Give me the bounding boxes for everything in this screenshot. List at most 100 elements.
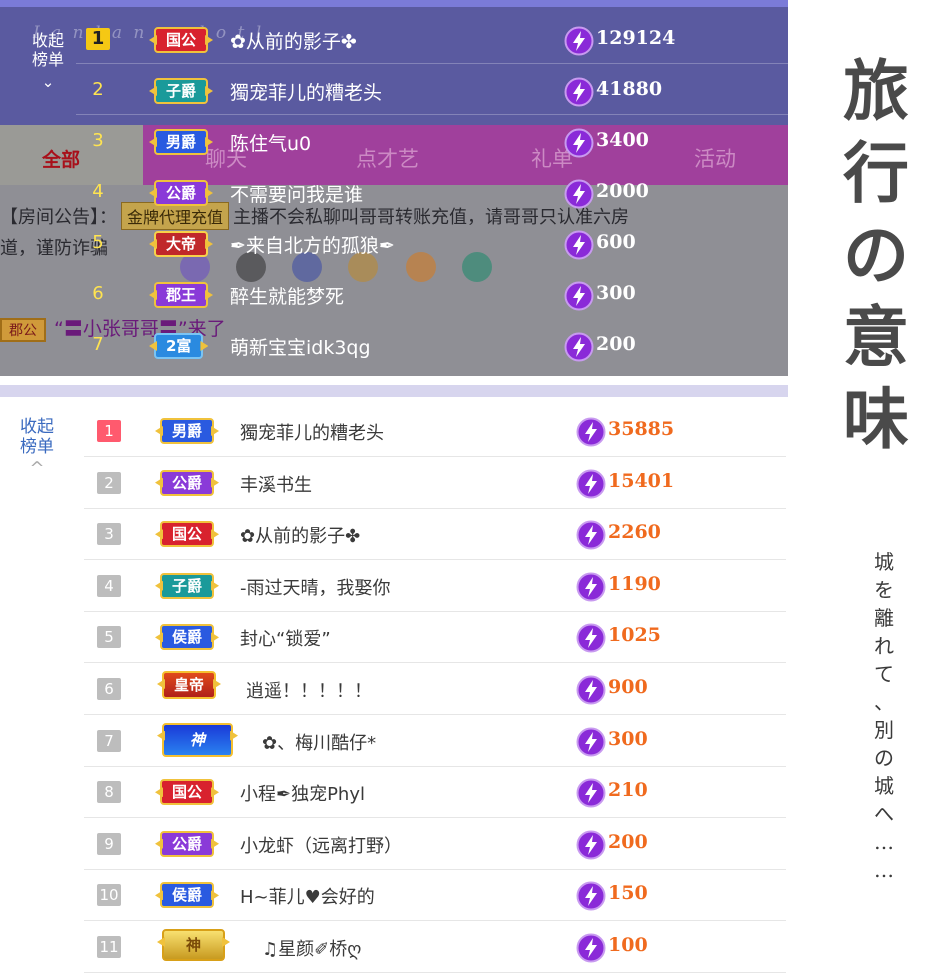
collapse-ranking-button[interactable]: 收起 榜单 ^ (14, 417, 60, 479)
decorative-subtitle-char: 城 (874, 774, 894, 798)
user-name[interactable]: ✿从前的影子✤ (240, 522, 360, 548)
ranking-row[interactable]: 4 子爵 -雨过天晴，我娶你 1190 (84, 560, 786, 612)
user-name[interactable]: 獨宠菲儿的糟老头 (240, 419, 384, 445)
user-name[interactable]: ✿从前的影子✤ (230, 27, 357, 54)
contribution-score: 200 (608, 830, 648, 853)
ranking-row[interactable]: 4 公爵 不需要问我是谁 2000 (76, 166, 788, 217)
contribution-score: 35885 (608, 418, 675, 440)
noble-title-badge: 公爵 (154, 180, 209, 206)
lightning-bolt-icon (576, 572, 606, 602)
lightning-bolt-icon (564, 179, 594, 209)
user-name[interactable]: 小龙虾（远离打野） (240, 832, 402, 858)
collapse-label: 榜单 (20, 437, 54, 457)
lightning-bolt-icon (576, 520, 606, 550)
user-name[interactable]: 醉生就能梦死 (230, 282, 344, 309)
noble-title-badge: 郡王 (154, 282, 209, 308)
user-name[interactable]: 萌新宝宝idk3qg (230, 333, 371, 360)
title-label: 公爵 (154, 180, 209, 206)
noble-title-badge: 国公 (160, 521, 215, 548)
rank-number: 6 (97, 678, 121, 700)
lightning-bolt-icon (576, 778, 606, 808)
decorative-title-char: 意 (843, 298, 909, 376)
noble-title-badge: 男爵 (160, 418, 215, 444)
ranking-row[interactable]: 3 国公 ✿从前的影子✤ 2260 (84, 508, 786, 561)
ranking-row[interactable]: 3 男爵 陈住气u0 3400 (76, 115, 788, 166)
rank-number: 9 (97, 832, 121, 855)
ranking-row[interactable]: 5 大帝 ✒来自北方的孤狼✒ 600 (76, 217, 788, 268)
user-name[interactable]: H~菲儿♥会好的 (240, 883, 375, 909)
contribution-score: 129124 (596, 27, 676, 49)
ranking-row[interactable]: 9 公爵 小龙虾（远离打野） 200 (84, 818, 786, 870)
ranking-row[interactable]: 6 郡王 醉生就能梦死 300 (76, 268, 788, 319)
ranking-row[interactable]: 2 子爵 獨宠菲儿的糟老头 41880 (76, 64, 788, 115)
noble-title-badge: 侯爵 (160, 624, 215, 651)
rank-number: 7 (92, 334, 104, 355)
contribution-score: 210 (608, 779, 648, 802)
lightning-bolt-icon (564, 77, 594, 107)
title-label: 男爵 (154, 129, 209, 155)
user-name[interactable]: ♫星颜✐桥ღ (262, 935, 361, 961)
title-label: 国公 (154, 27, 209, 53)
title-label: 国公 (160, 521, 215, 548)
lightning-bolt-icon (576, 830, 606, 860)
title-label: 男爵 (160, 418, 215, 444)
user-name[interactable]: 不需要问我是谁 (230, 180, 363, 207)
noble-title-badge: 子爵 (160, 572, 215, 599)
noble-title-badge: 男爵 (154, 129, 209, 155)
title-label: 神 (162, 722, 234, 757)
noble-title-badge: 2富 (154, 333, 204, 359)
collapse-ranking-button[interactable]: 收起 榜单 ⌄ (26, 31, 70, 92)
lightning-bolt-icon (576, 675, 606, 705)
rank-number: 2 (92, 79, 104, 100)
lightning-bolt-icon (576, 469, 606, 499)
user-name[interactable]: 小程✒独宠Phyl (240, 780, 365, 806)
noble-title-badge: 神 (162, 722, 234, 757)
chevron-up-icon: ^ (29, 458, 45, 479)
ranking-row[interactable]: 2 公爵 丰溪书生 15401 (84, 457, 786, 509)
ranking-row[interactable]: 7 神 ✿、梅川酷仔* 300 (84, 715, 786, 767)
user-name[interactable]: ✿、梅川酷仔* (262, 729, 376, 755)
rank-number: 11 (97, 936, 121, 958)
ranking-row[interactable]: 7 2富 萌新宝宝idk3qg 200 (76, 319, 788, 370)
user-name[interactable]: 封心“锁爱” (240, 625, 331, 651)
lightning-bolt-icon (576, 417, 606, 447)
decorative-subtitle-char: て (874, 662, 894, 686)
decorative-title: 旅行の意味 (836, 50, 916, 460)
contribution-score: 150 (608, 882, 648, 905)
rank-number: 4 (97, 574, 121, 597)
user-name[interactable]: -雨过天晴，我娶你 (240, 574, 391, 600)
noble-title-badge: 皇帝 (162, 671, 217, 699)
noble-title-badge: 公爵 (160, 469, 215, 496)
contribution-score: 100 (608, 934, 648, 956)
contribution-score: 41880 (596, 78, 663, 100)
rank-number: 6 (92, 283, 104, 304)
user-name[interactable]: ✒来自北方的孤狼✒ (230, 231, 395, 258)
section-divider (0, 376, 788, 398)
rank-number: 4 (92, 181, 104, 202)
ranking-row[interactable]: 5 侯爵 封心“锁爱” 1025 (84, 611, 786, 664)
user-name[interactable]: 獨宠菲儿的糟老头 (230, 78, 382, 105)
ranking-row[interactable]: 10 侯爵 H~菲儿♥会好的 150 (84, 869, 786, 922)
title-label: 皇帝 (162, 671, 217, 699)
noble-title-badge: 子爵 (154, 78, 209, 104)
decorative-subtitle-char: 離 (874, 606, 894, 630)
lightning-bolt-icon (576, 727, 606, 757)
lightning-bolt-icon (576, 881, 606, 911)
ranking-row[interactable]: 1 男爵 獨宠菲儿的糟老头 35885 (84, 405, 786, 457)
title-label: 国公 (160, 779, 215, 806)
user-name[interactable]: 陈住气u0 (230, 129, 311, 156)
contribution-score: 15401 (608, 469, 675, 492)
user-name[interactable]: 逍遥！！！！！ (246, 677, 372, 703)
ranking-row[interactable]: 8 国公 小程✒独宠Phyl 210 (84, 766, 786, 819)
contribution-score: 2260 (608, 521, 661, 544)
decorative-title-char: 味 (843, 380, 909, 458)
ranking-row[interactable]: 1 国公 ✿从前的影子✤ 129124 (76, 13, 788, 64)
decorative-subtitle-char: を (874, 578, 894, 602)
lightning-bolt-icon (576, 623, 606, 653)
user-name[interactable]: 丰溪书生 (240, 471, 312, 497)
ranking-row[interactable]: 6 皇帝 逍遥！！！！！ 900 (84, 663, 786, 715)
ranking-row[interactable]: 11 神 ♫星颜✐桥ღ 100 (84, 921, 786, 973)
contribution-score: 300 (596, 282, 636, 304)
contribution-score: 1190 (608, 572, 661, 595)
bottom-ranking-list: 收起 榜单 ^ 1 男爵 獨宠菲儿的糟老头 35885 2 公爵 丰溪书生 15401 3 国公 ✿… (0, 405, 788, 976)
